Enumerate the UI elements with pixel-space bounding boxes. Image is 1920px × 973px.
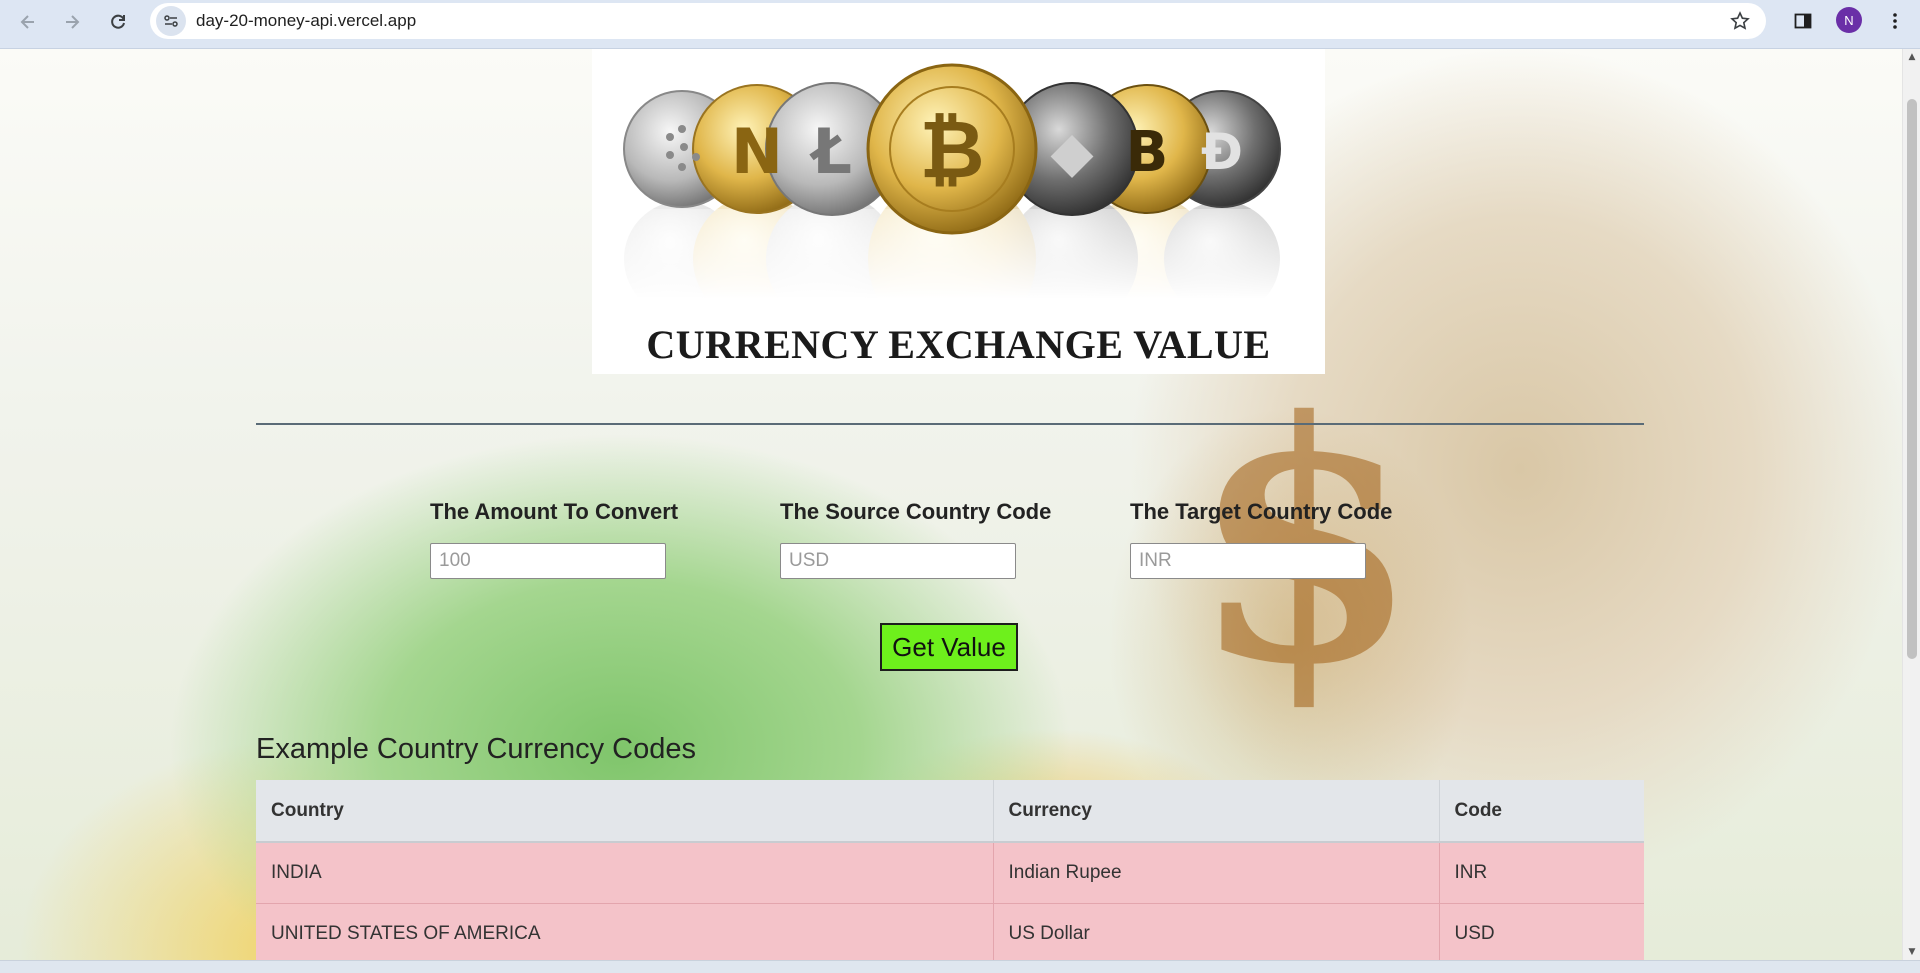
profile-avatar[interactable]: N (1836, 7, 1862, 33)
header-divider (256, 423, 1644, 425)
column-header-currency: Currency (993, 780, 1440, 843)
forward-arrow-icon (66, 15, 80, 29)
source-code-input[interactable]: USD (780, 543, 1016, 579)
table-row: UNITED STATES OF AMERICA US Dollar USD (256, 903, 1644, 960)
target-code-input[interactable]: INR (1130, 543, 1366, 579)
header-banner: ₿ N Ł ◆ B Ð CURRENCY EXCHANGE VALUE (592, 49, 1325, 374)
amount-label: The Amount To Convert (430, 499, 679, 524)
country-cell: UNITED STATES OF AMERICA (256, 903, 994, 960)
source-code-label: The Source Country Code (780, 499, 1052, 524)
target-field-group: The Target Country Code INR (1130, 499, 1393, 579)
reload-icon (111, 14, 125, 29)
scroll-down-arrow-icon[interactable]: ▼ (1907, 947, 1917, 957)
code-cell: INR (1439, 842, 1644, 904)
back-arrow-icon (20, 15, 34, 29)
target-code-label: The Target Country Code (1130, 499, 1393, 524)
page-scrollbar[interactable]: ▲ ▼ (1902, 49, 1920, 960)
table-title: Example Country Currency Codes (256, 733, 697, 765)
amount-input[interactable]: 100 (430, 543, 666, 579)
forward-button[interactable] (56, 6, 88, 38)
address-bar[interactable]: day-20-money-api.vercel.app (150, 3, 1766, 39)
svg-text:Ł: Ł (809, 115, 852, 188)
svg-text:N: N (731, 115, 783, 188)
amount-field-group: The Amount To Convert 100 (430, 499, 679, 579)
country-cell: INDIA (256, 842, 994, 904)
url-text[interactable]: day-20-money-api.vercel.app (196, 3, 416, 39)
site-info-icon[interactable] (156, 6, 186, 36)
page-title: CURRENCY EXCHANGE VALUE (646, 322, 1271, 367)
column-header-country: Country (256, 780, 994, 843)
table-header-row: Country Currency Code (256, 780, 1644, 843)
crypto-coins-image: ₿ N Ł ◆ B Ð (592, 63, 1325, 299)
svg-text:◆: ◆ (1050, 120, 1093, 185)
code-cell: USD (1439, 903, 1644, 960)
scroll-up-arrow-icon[interactable]: ▲ (1907, 52, 1917, 62)
back-button[interactable] (12, 6, 44, 38)
kebab-menu-icon[interactable] (1880, 6, 1910, 36)
column-header-code: Code (1439, 780, 1644, 843)
reload-button[interactable] (102, 6, 134, 38)
table-row: INDIA Indian Rupee INR (256, 842, 1644, 904)
taskbar-strip (0, 960, 1920, 973)
bookmark-star-icon[interactable] (1728, 9, 1752, 33)
page-viewport: $ (0, 49, 1902, 960)
currency-codes-table: Country Currency Code INDIA Indian Rupee… (256, 780, 1644, 960)
side-panel-icon[interactable] (1788, 6, 1818, 36)
currency-cell: US Dollar (993, 903, 1440, 960)
browser-toolbar: day-20-money-api.vercel.app N (0, 0, 1920, 49)
currency-cell: Indian Rupee (993, 842, 1440, 904)
svg-text:₿: ₿ (919, 103, 984, 196)
source-field-group: The Source Country Code USD (780, 499, 1052, 579)
scrollbar-thumb[interactable] (1907, 99, 1917, 659)
get-value-button[interactable]: Get Value (880, 623, 1018, 671)
svg-text:Ð: Ð (1201, 123, 1243, 181)
svg-text:B: B (1126, 120, 1169, 185)
